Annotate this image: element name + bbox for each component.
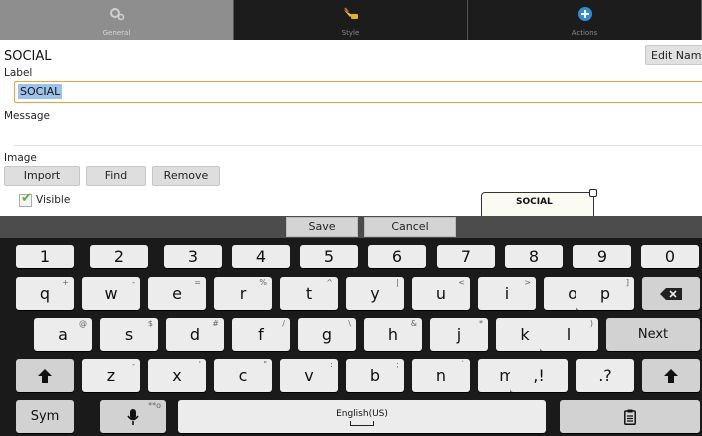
clipboard-icon [624, 409, 636, 425]
label-input[interactable]: SOCIAL [14, 81, 702, 103]
key-v[interactable]: :v [280, 359, 338, 392]
key-6[interactable]: 6 [368, 245, 426, 268]
remove-button[interactable]: Remove [152, 166, 220, 186]
key-4[interactable]: 4 [232, 245, 290, 268]
key-c[interactable]: " c [214, 359, 272, 392]
action-bar: Save Cancel [0, 216, 702, 238]
key-7[interactable]: 7 [437, 245, 495, 268]
find-button[interactable]: Find [86, 166, 146, 186]
shift-key-left[interactable] [16, 359, 74, 392]
key-z[interactable]: -z [82, 359, 140, 392]
key-n[interactable]: ` n [412, 359, 470, 392]
key-f[interactable]: / f [232, 318, 290, 351]
backspace-icon [660, 287, 682, 300]
key-r[interactable]: % r [214, 277, 272, 310]
label-caption: Label [4, 67, 33, 79]
spacebar[interactable]: English(US) [178, 400, 546, 433]
image-caption: Image [4, 152, 37, 164]
tile-form: SOCIAL Edit Name Label SOCIAL Message Im… [0, 40, 702, 216]
key-1[interactable]: 1 [16, 245, 74, 268]
paint-brush-icon [343, 7, 358, 19]
key-l[interactable]: ) l [540, 318, 598, 351]
key-a[interactable]: @ a [34, 318, 92, 351]
key-d[interactable]: # d [166, 318, 224, 351]
page-title: SOCIAL [4, 49, 52, 64]
key-i[interactable]: > i [478, 277, 536, 310]
key-s[interactable]: $ s [100, 318, 158, 351]
gears-icon [109, 8, 124, 21]
cancel-button[interactable]: Cancel [364, 217, 456, 237]
voice-input-key[interactable]: **o [100, 400, 166, 433]
label-input-value: SOCIAL [18, 84, 63, 99]
checkmark-icon: ✔ [21, 191, 32, 206]
message-input[interactable] [14, 126, 702, 146]
tile-preview-text: SOCIAL [516, 197, 553, 207]
shift-arrow-icon [664, 368, 678, 383]
visible-label: Visible [36, 194, 71, 206]
key-j[interactable]: * j [430, 318, 488, 351]
import-button[interactable]: Import [4, 166, 80, 186]
save-button[interactable]: Save [286, 217, 358, 237]
key-t[interactable]: ^ t [280, 277, 338, 310]
message-caption: Message [4, 110, 51, 122]
key-y[interactable]: | y [346, 277, 404, 310]
space-bar-glyph [350, 421, 374, 426]
key-9[interactable]: 9 [573, 245, 631, 268]
next-key[interactable]: Next [606, 318, 700, 351]
key-e[interactable]: = e [148, 277, 206, 310]
backspace-key[interactable] [642, 277, 700, 310]
tab-actions[interactable]: Actions [468, 0, 702, 40]
visible-checkbox[interactable]: ✔ [19, 191, 32, 207]
tab-style[interactable]: Style [234, 0, 468, 40]
key-q[interactable]: + q [16, 277, 74, 310]
tab-general-label: General [102, 29, 131, 37]
plus-circle-icon [577, 7, 592, 21]
key-g[interactable]: \ g [298, 318, 356, 351]
key-3[interactable]: 3 [164, 245, 222, 268]
key-u[interactable]: < u [412, 277, 470, 310]
key-comma[interactable]: ,! [510, 359, 568, 392]
key-8[interactable]: 8 [505, 245, 563, 268]
clipboard-key[interactable] [560, 400, 700, 433]
key-w[interactable]: -w [82, 277, 140, 310]
key-5[interactable]: 5 [300, 245, 358, 268]
key-period[interactable]: .? [576, 359, 634, 392]
tile-preview: SOCIAL [481, 189, 597, 216]
shift-arrow-icon [38, 368, 52, 383]
on-screen-keyboard: 1 2 3 4 5 6 7 8 9 0 + q -w = e % r ^ t | y < u… [0, 238, 702, 436]
tab-bar: General Style Actions [0, 0, 702, 40]
key-0[interactable]: 0 [641, 245, 699, 268]
edit-name-button[interactable]: Edit Name [645, 45, 702, 65]
tab-style-label: Style [341, 29, 360, 37]
microphone-icon [127, 408, 139, 425]
tab-general[interactable]: General [0, 0, 234, 40]
tab-actions-label: Actions [571, 29, 598, 37]
sym-key[interactable]: Sym [16, 400, 74, 433]
key-h[interactable]: & h [364, 318, 422, 351]
key-x[interactable]: ' x [148, 359, 206, 392]
mic-key-superscript: **o [148, 401, 161, 410]
tile-editor-screen: General Style Actions SOCIAL Edit Name L… [0, 0, 702, 436]
key-p[interactable]: ] p [576, 277, 634, 310]
shift-key-right[interactable] [642, 359, 700, 392]
tile-corner-icon [589, 189, 597, 197]
key-2[interactable]: 2 [90, 245, 148, 268]
key-b[interactable]: ; b [346, 359, 404, 392]
